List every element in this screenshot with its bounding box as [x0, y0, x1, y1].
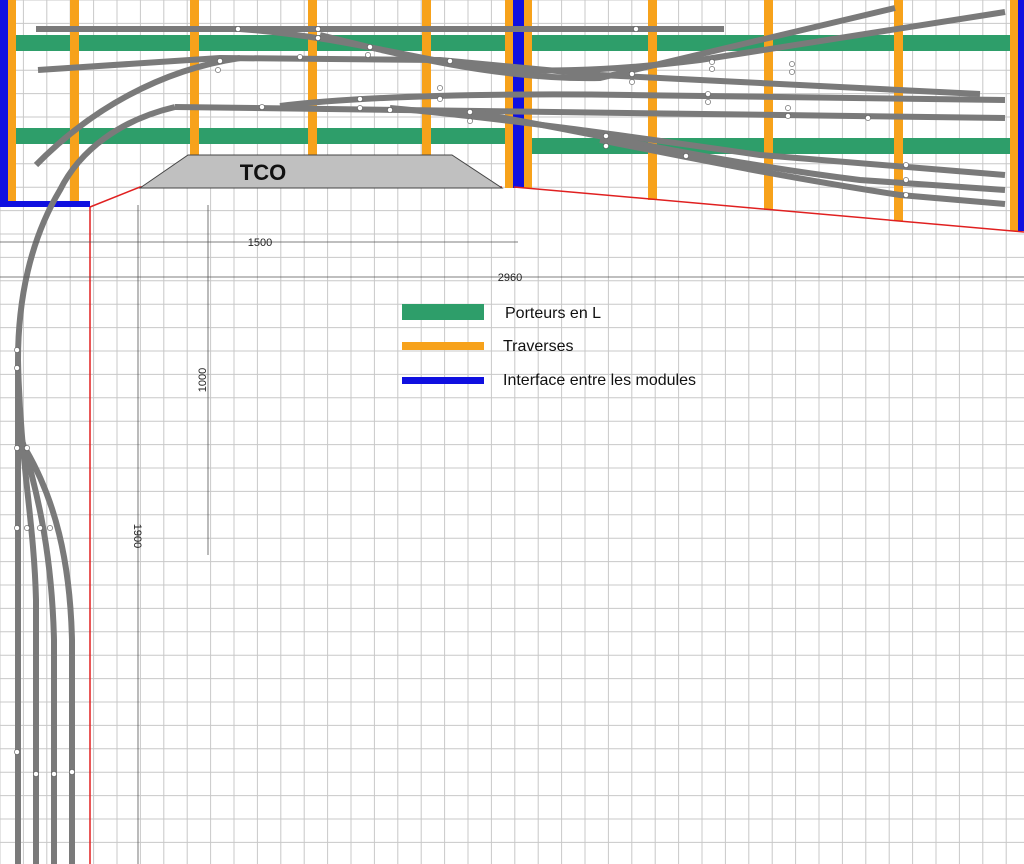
track-joint	[709, 66, 715, 72]
track-joint	[297, 54, 303, 60]
track-joint	[14, 365, 20, 371]
track-joint	[785, 105, 791, 111]
track-joint	[437, 96, 443, 102]
dim-label-2960: 2960	[498, 272, 522, 284]
legend-label-porteurs: Porteurs en L	[505, 305, 601, 322]
legend-swatch-porteurs	[402, 304, 484, 320]
track-joint	[467, 118, 473, 124]
traverse-7	[894, 0, 903, 221]
outline-top-left	[89, 186, 502, 208]
porteur-mid-left	[14, 128, 510, 144]
track-joint	[235, 26, 241, 32]
track-inner-curve	[33, 55, 241, 168]
track-plan-diagram: TCO 1500 2960 1900 1000 Porteurs en L Tr…	[0, 0, 1024, 864]
track-joint	[387, 107, 393, 113]
porteur-top-left	[14, 35, 510, 51]
legend-swatch-traverses	[402, 342, 484, 350]
legend-label-interface: Interface entre les modules	[503, 372, 696, 389]
track-joint	[789, 69, 795, 75]
track-joint	[357, 96, 363, 102]
legend: Porteurs en L Traverses Interface entre …	[402, 304, 696, 389]
track-joint	[24, 445, 30, 451]
traverse-left-edge	[8, 0, 16, 205]
track-joint	[47, 525, 53, 531]
track-joint	[315, 35, 321, 41]
interface-right	[1018, 0, 1024, 231]
track-joint	[357, 105, 363, 111]
track-main-line	[174, 104, 1006, 121]
track-joint	[633, 26, 639, 32]
track-joint	[603, 143, 609, 149]
track-joint	[215, 67, 221, 73]
track-joint	[629, 71, 635, 77]
track-joint	[315, 26, 321, 32]
track-joint	[217, 58, 223, 64]
track-joint	[705, 91, 711, 97]
dim-label-1500: 1500	[248, 237, 272, 249]
track-joint	[709, 59, 715, 65]
track-joint	[683, 153, 689, 159]
track-joint	[437, 85, 443, 91]
track-joint	[629, 79, 635, 85]
track-joint	[789, 61, 795, 67]
tco-label: TCO	[240, 160, 286, 185]
track-joint	[903, 162, 909, 168]
track-joint	[14, 749, 20, 755]
track-joint	[903, 192, 909, 198]
track-joint	[365, 52, 371, 58]
track-joint	[14, 445, 20, 451]
track-joint	[14, 347, 20, 353]
track-joint	[33, 771, 39, 777]
track-joint	[259, 104, 265, 110]
track-joint	[705, 99, 711, 105]
tco-shape	[138, 154, 504, 189]
dim-label-1900: 1900	[131, 524, 143, 548]
track-joint	[865, 115, 871, 121]
track-fan-3	[23, 448, 75, 864]
interface-left-vertical	[0, 0, 8, 205]
dim-label-1000: 1000	[197, 368, 209, 392]
track-joint	[785, 113, 791, 119]
track-joint	[37, 525, 43, 531]
track-joint	[447, 58, 453, 64]
traverse-right-edge	[1010, 0, 1018, 231]
legend-label-traverses: Traverses	[503, 338, 574, 355]
traverse-6	[764, 0, 773, 210]
track-joint	[603, 133, 609, 139]
track-joint	[903, 177, 909, 183]
track-joint	[51, 771, 57, 777]
track-joint	[467, 109, 473, 115]
track-joint	[24, 525, 30, 531]
interface-left-horizontal	[0, 201, 90, 207]
legend-swatch-interface	[402, 377, 484, 384]
track-joint	[367, 44, 373, 50]
track-joint	[14, 525, 20, 531]
track-joint	[69, 769, 75, 775]
module-outline	[89, 186, 1024, 864]
tco-panel: TCO	[138, 154, 504, 189]
